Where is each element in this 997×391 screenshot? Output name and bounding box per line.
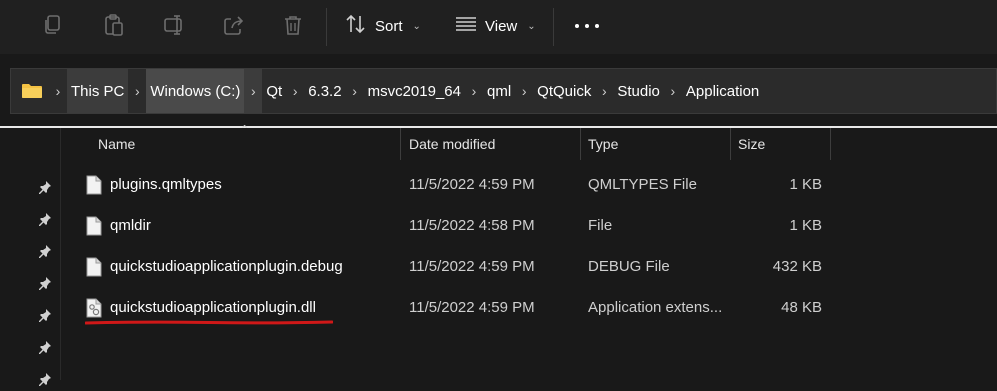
file-type: File xyxy=(588,217,613,234)
breadcrumb-item[interactable]: 6.3.2 xyxy=(304,69,345,113)
column-header-date[interactable]: Date modified xyxy=(409,128,495,160)
document-icon xyxy=(86,257,102,277)
navigation-pane xyxy=(0,128,61,386)
sort-button[interactable]: Sort ⌄ xyxy=(345,10,421,42)
chevron-right-icon[interactable]: › xyxy=(286,83,304,99)
chevron-right-icon: › xyxy=(55,83,61,99)
file-date: 11/5/2022 4:58 PM xyxy=(409,217,535,234)
file-name: quickstudioapplicationplugin.debug xyxy=(110,258,343,275)
more-icon[interactable] xyxy=(575,14,599,38)
breadcrumb: › This PC › Windows (C:) › Qt › 6.3.2 › … xyxy=(11,69,763,113)
view-label: View xyxy=(485,17,518,35)
file-date: 11/5/2022 4:59 PM xyxy=(409,176,535,193)
file-size: 432 KB xyxy=(772,258,822,275)
file-row[interactable]: plugins.qmltypes 11/5/2022 4:59 PM QMLTY… xyxy=(82,166,842,207)
chevron-right-icon[interactable]: › xyxy=(515,83,533,99)
file-type: DEBUG File xyxy=(588,258,670,275)
breadcrumb-item[interactable]: msvc2019_64 xyxy=(364,69,465,113)
pin-icon[interactable] xyxy=(38,340,52,354)
column-divider[interactable] xyxy=(580,128,581,160)
breadcrumb-item[interactable]: qml xyxy=(483,69,515,113)
toolbar-separator xyxy=(326,8,327,46)
breadcrumb-item[interactable]: Studio xyxy=(613,69,664,113)
column-header-name[interactable]: Name xyxy=(98,128,135,160)
sort-label: Sort xyxy=(375,17,403,35)
file-size: 48 KB xyxy=(781,299,822,316)
column-divider[interactable] xyxy=(730,128,731,160)
copy-icon[interactable] xyxy=(40,12,66,38)
dll-gear-icon xyxy=(86,298,102,318)
file-name: plugins.qmltypes xyxy=(110,176,222,193)
chevron-down-icon: ⌄ xyxy=(412,20,421,32)
pin-icon[interactable] xyxy=(38,372,52,386)
breadcrumb-item[interactable]: This PC xyxy=(67,69,129,113)
highlight-underline xyxy=(85,320,333,325)
document-icon xyxy=(86,175,102,195)
pin-icon[interactable] xyxy=(38,244,52,258)
address-bar[interactable]: › This PC › Windows (C:) › Qt › 6.3.2 › … xyxy=(10,68,997,114)
pin-icon[interactable] xyxy=(38,308,52,322)
column-header-type[interactable]: Type xyxy=(588,128,618,160)
column-divider[interactable] xyxy=(830,128,831,160)
delete-icon[interactable] xyxy=(280,12,306,38)
pin-icon[interactable] xyxy=(38,212,52,226)
chevron-right-icon[interactable]: › xyxy=(465,83,483,99)
view-icon xyxy=(455,16,477,36)
file-row[interactable]: qmldir 11/5/2022 4:58 PM File 1 KB xyxy=(82,207,842,248)
breadcrumb-item[interactable]: QtQuick xyxy=(533,69,595,113)
share-icon[interactable] xyxy=(221,12,247,38)
column-header-size[interactable]: Size xyxy=(738,128,765,160)
header-divider xyxy=(0,126,997,128)
breadcrumb-item[interactable]: Qt xyxy=(262,69,286,113)
file-date: 11/5/2022 4:59 PM xyxy=(409,258,535,275)
paste-icon[interactable] xyxy=(101,12,127,38)
toolbar-separator xyxy=(553,8,554,46)
chevron-right-icon[interactable]: › xyxy=(664,83,682,99)
chevron-down-icon: ⌄ xyxy=(527,20,536,32)
file-name: qmldir xyxy=(110,217,151,234)
pin-icon[interactable] xyxy=(38,180,52,194)
folder-icon xyxy=(21,83,43,99)
chevron-right-icon[interactable]: › xyxy=(128,83,146,99)
sort-icon xyxy=(345,14,367,38)
view-button[interactable]: View ⌄ xyxy=(455,10,536,42)
file-type: QMLTYPES File xyxy=(588,176,697,193)
rename-icon[interactable] xyxy=(162,12,188,38)
breadcrumb-item[interactable]: Windows (C:) xyxy=(146,69,245,113)
chevron-right-icon[interactable]: › xyxy=(595,83,613,99)
file-type: Application extens... xyxy=(588,299,723,316)
file-row[interactable]: quickstudioapplicationplugin.debug 11/5/… xyxy=(82,248,842,289)
column-divider[interactable] xyxy=(400,128,401,160)
pin-icon[interactable] xyxy=(38,276,52,290)
document-icon xyxy=(86,216,102,236)
file-size: 1 KB xyxy=(789,217,822,234)
command-bar: Sort ⌄ View ⌄ xyxy=(0,0,997,54)
chevron-right-icon[interactable]: › xyxy=(244,69,263,113)
breadcrumb-item[interactable]: Application xyxy=(682,69,763,113)
chevron-right-icon[interactable]: › xyxy=(346,83,364,99)
file-date: 11/5/2022 4:59 PM xyxy=(409,299,535,316)
file-name: quickstudioapplicationplugin.dll xyxy=(110,299,316,316)
sort-ascending-icon: ⌃ xyxy=(240,124,250,136)
file-size: 1 KB xyxy=(789,176,822,193)
